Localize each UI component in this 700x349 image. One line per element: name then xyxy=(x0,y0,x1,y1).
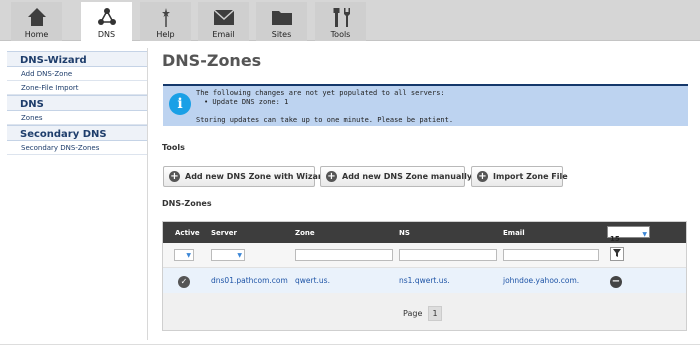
sidebar: DNS-Wizard Add DNS-Zone Zone-File Import… xyxy=(7,51,147,155)
plus-circle-icon: + xyxy=(477,171,488,182)
chevron-down-icon: ▼ xyxy=(237,252,242,259)
cell-email[interactable]: johndoe.yahoo.com. xyxy=(503,276,579,285)
import-zone-file-button[interactable]: + Import Zone File xyxy=(471,166,568,187)
table-row[interactable]: ✓ dns01.pathcom.com qwert.us. ns1.qwert.… xyxy=(163,268,686,293)
envelope-icon xyxy=(198,6,249,30)
tools-icon xyxy=(315,6,366,30)
zones-section-label: DNS-Zones xyxy=(162,199,212,208)
import-zone-file-label: Import Zone File xyxy=(493,172,568,181)
zones-table: Active Server Zone NS Email 15 ▼ ▼ ▼ ✓ d… xyxy=(162,221,687,331)
filter-zone-input[interactable] xyxy=(295,249,393,261)
add-zone-wizard-label: Add new DNS Zone with Wizard xyxy=(185,172,328,181)
column-header-zone[interactable]: Zone xyxy=(295,229,315,237)
column-header-email[interactable]: Email xyxy=(503,229,525,237)
info-icon: i xyxy=(169,93,191,115)
nav-tab-dns-label: DNS xyxy=(97,30,116,39)
nav-tab-sites[interactable]: Sites xyxy=(256,2,307,41)
cell-server[interactable]: dns01.pathcom.com xyxy=(211,276,288,285)
page-size-select[interactable]: 15 ▼ xyxy=(607,226,650,243)
plus-circle-icon: + xyxy=(326,171,337,182)
table-header: Active Server Zone NS Email 15 ▼ xyxy=(163,222,686,243)
pending-changes-notice: i The following changes are not yet popu… xyxy=(163,84,688,126)
nav-tab-help[interactable]: Help xyxy=(140,2,191,41)
nav-tab-email-label: Email xyxy=(212,30,235,39)
active-check-icon: ✓ xyxy=(178,276,190,288)
nav-tab-sites-label: Sites xyxy=(271,30,292,39)
filter-active-select[interactable]: ▼ xyxy=(174,249,194,261)
pager-label: Page xyxy=(403,309,423,318)
sidebar-heading-dns[interactable]: DNS xyxy=(7,95,147,111)
page-title: DNS-Zones xyxy=(162,51,262,70)
nav-tab-tools[interactable]: Tools xyxy=(315,2,366,41)
sidebar-item-zone-file-import[interactable]: Zone-File Import xyxy=(7,81,147,95)
nav-tab-home-label: Home xyxy=(24,30,49,39)
nav-tab-tools-label: Tools xyxy=(330,30,351,39)
home-icon xyxy=(11,6,62,30)
delete-icon[interactable]: − xyxy=(610,276,622,288)
top-navigation-bar: Home DNS Help Email Sites Tools xyxy=(0,0,700,42)
filter-ns-input[interactable] xyxy=(399,249,497,261)
add-zone-wizard-button[interactable]: + Add new DNS Zone with Wizard xyxy=(163,166,328,187)
column-header-active[interactable]: Active xyxy=(175,229,200,237)
nav-tab-help-label: Help xyxy=(156,30,175,39)
sidebar-item-add-dns-zone[interactable]: Add DNS-Zone xyxy=(7,67,147,81)
column-header-ns[interactable]: NS xyxy=(399,229,410,237)
nav-tab-email[interactable]: Email xyxy=(198,2,249,41)
chevron-down-icon: ▼ xyxy=(186,252,191,259)
nav-tab-home[interactable]: Home xyxy=(11,2,62,41)
folder-icon xyxy=(256,6,307,30)
sidebar-item-secondary-dns-zones[interactable]: Secondary DNS-Zones xyxy=(7,141,147,155)
nav-tab-dns[interactable]: DNS xyxy=(81,2,132,42)
notice-line-2: • Update DNS zone: 1 xyxy=(204,98,289,106)
filter-server-select[interactable]: ▼ xyxy=(211,249,245,261)
chevron-down-icon: ▼ xyxy=(642,231,647,238)
sidebar-heading-secondary-dns[interactable]: Secondary DNS xyxy=(7,125,147,141)
sidebar-heading-dns-wizard[interactable]: DNS-Wizard xyxy=(7,51,147,67)
tools-section-label: Tools xyxy=(162,143,185,152)
dns-network-icon xyxy=(81,6,132,30)
page-number-button[interactable]: 1 xyxy=(428,306,442,321)
sidebar-item-zones[interactable]: Zones xyxy=(7,111,147,125)
help-wand-icon xyxy=(140,6,191,30)
filter-icon[interactable] xyxy=(610,247,624,261)
footer-divider xyxy=(0,344,700,345)
filter-row: ▼ ▼ xyxy=(163,243,686,268)
column-header-server[interactable]: Server xyxy=(211,229,237,237)
content-divider xyxy=(147,48,148,340)
cell-zone[interactable]: qwert.us. xyxy=(295,276,330,285)
notice-line-3: Storing updates can take up to one minut… xyxy=(196,116,454,124)
filter-email-input[interactable] xyxy=(503,249,599,261)
add-zone-manually-label: Add new DNS Zone manually xyxy=(342,172,473,181)
pagination: Page 1 xyxy=(163,293,686,330)
cell-ns[interactable]: ns1.qwert.us. xyxy=(399,276,450,285)
add-zone-manually-button[interactable]: + Add new DNS Zone manually xyxy=(320,166,472,187)
plus-circle-icon: + xyxy=(169,171,180,182)
notice-line-1: The following changes are not yet popula… xyxy=(196,89,445,97)
